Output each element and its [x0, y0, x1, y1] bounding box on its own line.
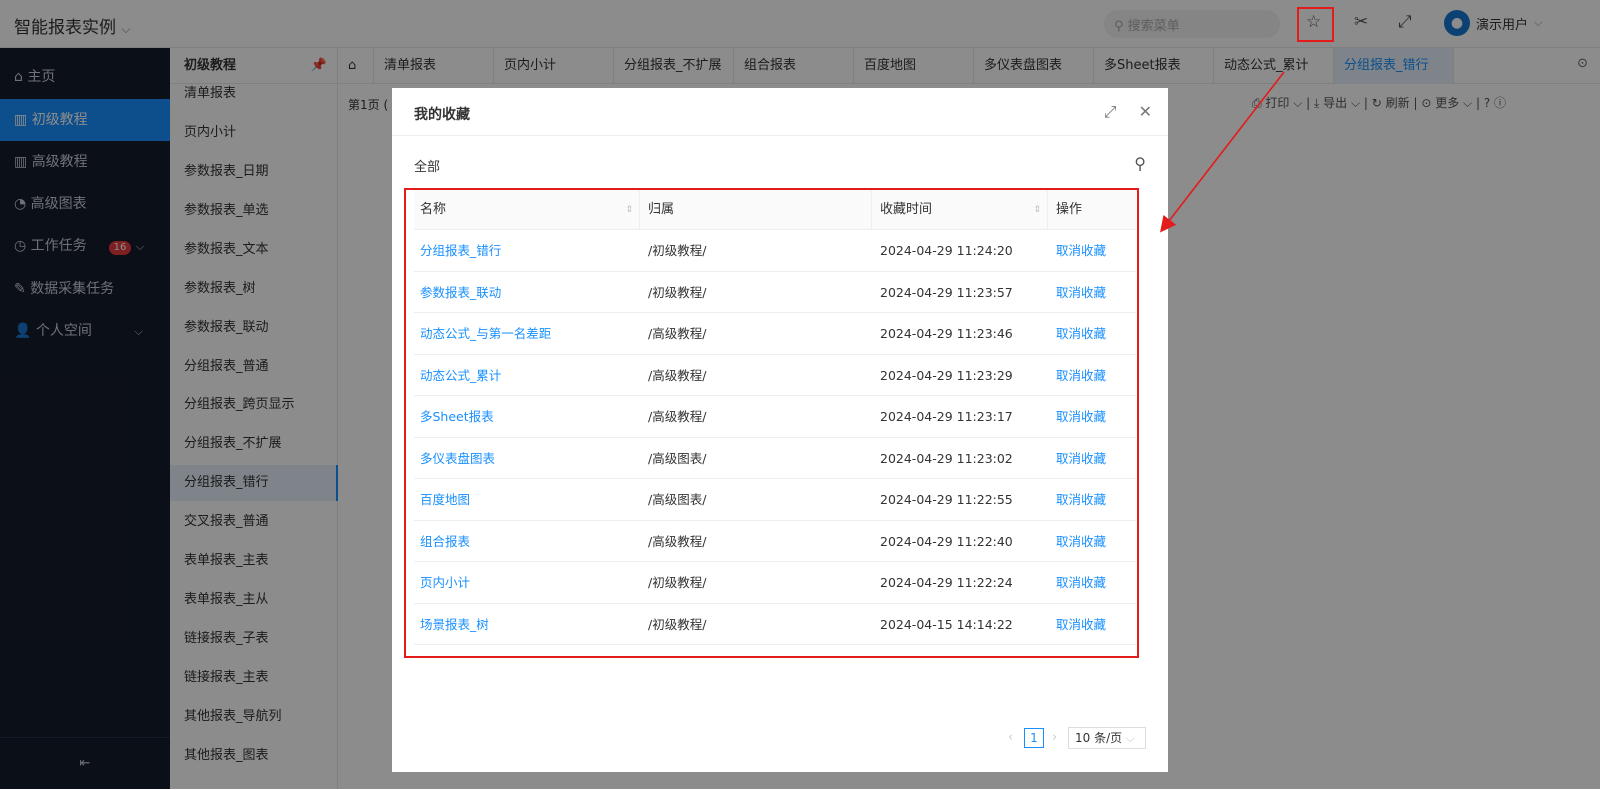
annotation-arrow [1160, 71, 1285, 233]
